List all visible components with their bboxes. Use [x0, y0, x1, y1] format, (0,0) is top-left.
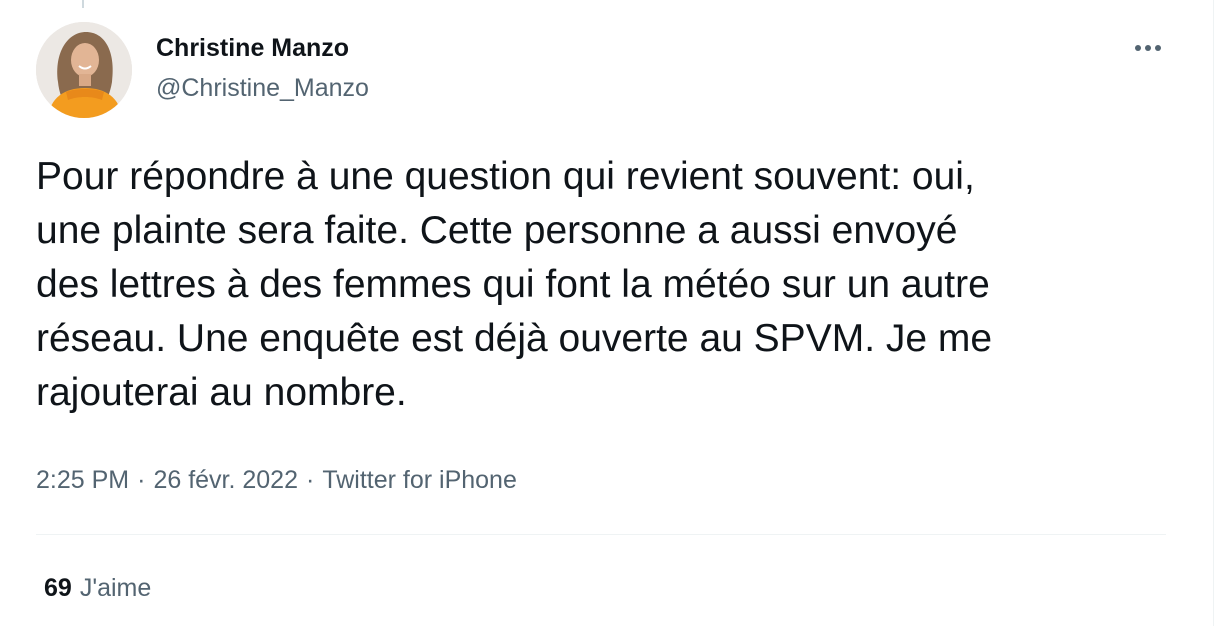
meta-separator: ·	[306, 466, 315, 494]
tweet-card: Christine Manzo @Christine_Manzo Pour ré…	[0, 0, 1214, 626]
more-horizontal-icon	[1135, 45, 1161, 51]
tweet-text-line: des lettres à des femmes qui font la mét…	[36, 263, 990, 306]
tweet-text-line: Pour répondre à une question qui revient…	[36, 155, 975, 198]
tweet-text: Pour répondre à une question qui revient…	[36, 150, 1186, 420]
tweet-text-line: rajouterai au nombre.	[36, 371, 407, 414]
tweet-text-line: une plainte sera faite. Cette personne a…	[36, 209, 958, 252]
tweet-text-line: réseau. Une enquête est déjà ouverte au …	[36, 317, 993, 360]
more-options-button[interactable]	[1126, 30, 1170, 66]
meta-separator: ·	[137, 466, 146, 494]
tweet-time-link[interactable]: 2:25 PM	[36, 466, 129, 494]
tweet-meta: 2:25 PM · 26 févr. 2022 · Twitter for iPhone	[36, 466, 517, 495]
avatar-image	[36, 22, 132, 118]
thread-line	[82, 0, 84, 8]
tweet-date-link[interactable]: 26 févr. 2022	[153, 466, 298, 494]
tweet-source-link[interactable]: Twitter for iPhone	[322, 466, 517, 494]
author-name[interactable]: Christine Manzo	[156, 34, 349, 63]
divider	[36, 534, 1166, 535]
avatar[interactable]	[36, 22, 132, 118]
likes-label: J'aime	[79, 574, 152, 602]
author-handle[interactable]: @Christine_Manzo	[156, 74, 369, 103]
likes-count: 69	[44, 574, 72, 602]
likes-stat[interactable]: 69 J'aime	[44, 574, 151, 603]
